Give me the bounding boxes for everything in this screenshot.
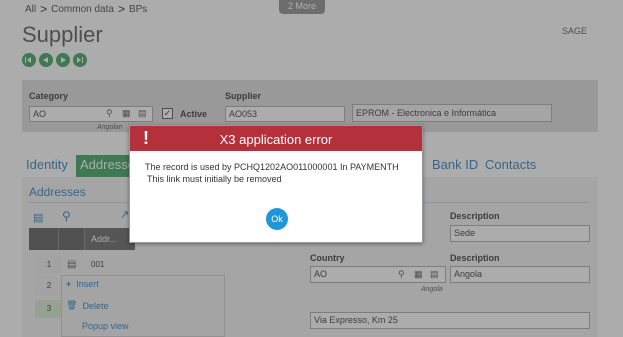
error-dialog: ! X3 application error The record is use…: [129, 125, 423, 243]
dialog-title: X3 application error: [219, 132, 333, 147]
ok-button[interactable]: Ok: [266, 208, 288, 230]
dialog-message: The record is used by PCHQ1202AO01100000…: [145, 161, 415, 185]
dialog-message-line-1: The record is used by PCHQ1202AO01100000…: [145, 162, 399, 172]
dialog-message-line-2: This link must initially be removed: [147, 174, 282, 184]
